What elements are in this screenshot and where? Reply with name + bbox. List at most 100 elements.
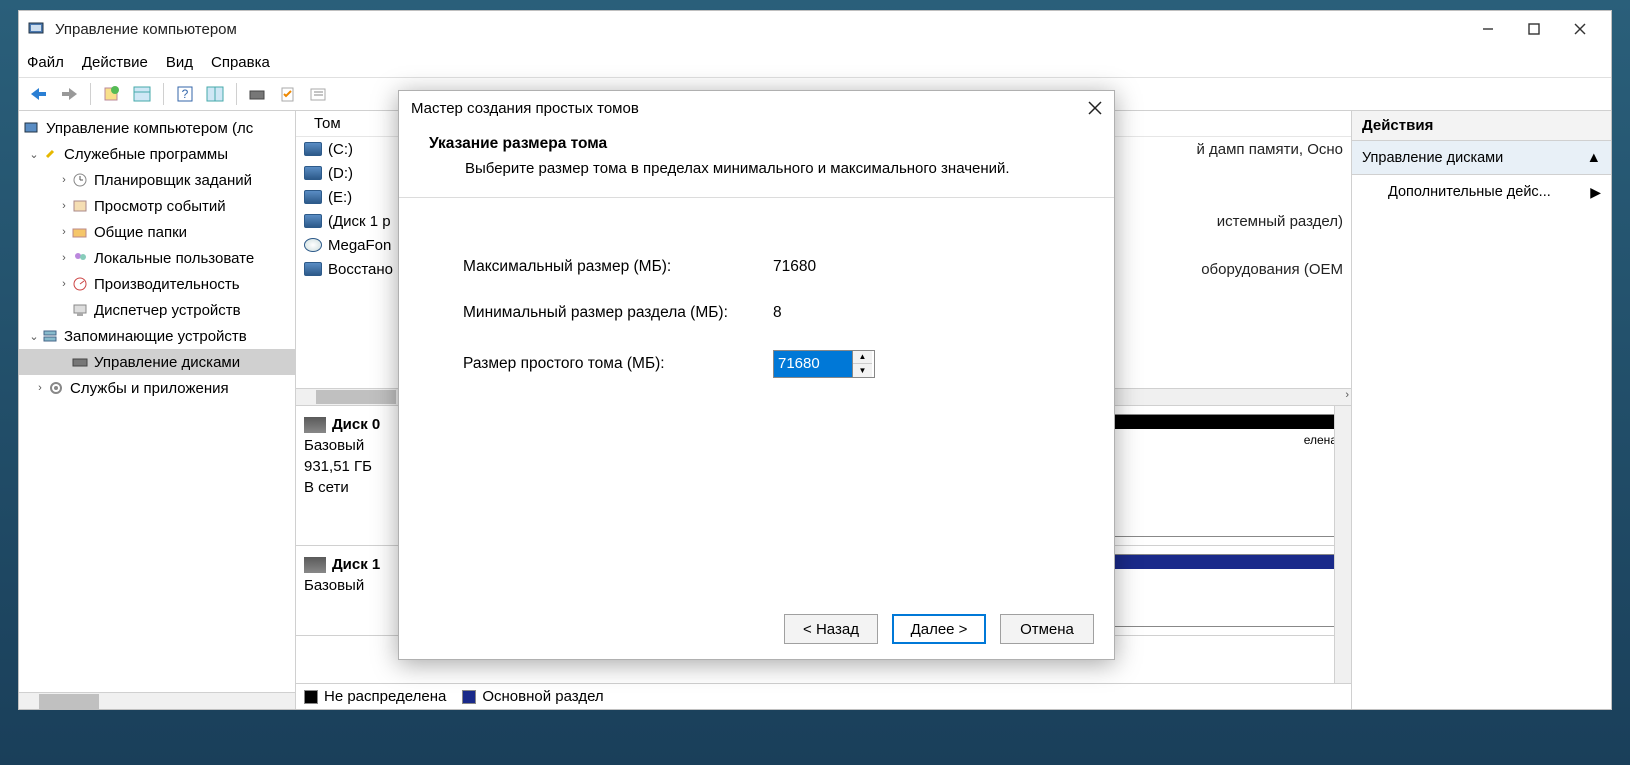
window-title: Управление компьютером (55, 21, 1465, 38)
chevron-up-icon: ▲ (1587, 150, 1601, 166)
volume-size-input[interactable] (774, 351, 852, 377)
legend-unalloc: Не распределена (304, 688, 446, 705)
tree-tools-label: Служебные программы (64, 146, 228, 163)
toolbar-icon-1[interactable] (100, 82, 124, 106)
wizard-heading: Указание размера тома (429, 135, 1084, 153)
toolbar-icon-7[interactable] (306, 82, 330, 106)
menu-help[interactable]: Справка (211, 54, 270, 71)
tree-perf[interactable]: › Производительность (19, 271, 295, 297)
disk-label: Диск 0 (332, 416, 380, 433)
menu-file[interactable]: Файл (27, 54, 64, 71)
tree-tools[interactable]: ⌄ Служебные программы (19, 141, 295, 167)
chevron-right-icon: ▶ (1590, 184, 1601, 201)
drive-icon (304, 190, 322, 204)
cancel-button[interactable]: Отмена (1000, 614, 1094, 644)
clock-icon (71, 171, 89, 189)
tree-users-label: Локальные пользовате (94, 250, 254, 267)
col-tom[interactable]: Том (304, 115, 351, 132)
close-button[interactable] (1557, 14, 1603, 44)
min-size-value: 8 (773, 304, 782, 322)
drive-icon (304, 142, 322, 156)
next-button[interactable]: Далее > (892, 614, 986, 644)
device-icon (71, 301, 89, 319)
expand-icon[interactable]: › (57, 174, 71, 186)
volume-name: MegaFon (328, 237, 391, 254)
wizard-subheading: Выберите размер тома в пределах минималь… (465, 159, 1084, 179)
expand-icon[interactable]: › (57, 200, 71, 212)
diskmgmt-icon (71, 353, 89, 371)
collapse-icon[interactable]: ⌄ (27, 330, 41, 343)
max-size-label: Максимальный размер (МБ): (463, 258, 773, 276)
tree-storage-label: Запоминающие устройств (64, 328, 247, 345)
expand-icon[interactable]: › (57, 278, 71, 290)
legend: Не распределена Основной раздел (296, 683, 1351, 709)
drive-icon (304, 214, 322, 228)
tree-root-label: Управление компьютером (лс (46, 120, 253, 137)
cd-icon (304, 238, 322, 252)
tree-devmgr[interactable]: Диспетчер устройств (19, 297, 295, 323)
actions-more[interactable]: Дополнительные дейс... ▶ (1352, 175, 1611, 209)
menu-action[interactable]: Действие (82, 54, 148, 71)
actions-main[interactable]: Управление дисками ▲ (1352, 141, 1611, 175)
wizard-titlebar: Мастер создания простых томов (399, 91, 1114, 125)
titlebar: Управление компьютером (19, 11, 1611, 47)
minimize-button[interactable] (1465, 14, 1511, 44)
volume-size-label: Размер простого тома (МБ): (463, 355, 773, 373)
window-controls (1465, 14, 1603, 44)
actions-header: Действия (1352, 111, 1611, 141)
actions-more-label: Дополнительные дейс... (1388, 184, 1551, 200)
toolbar-icon-2[interactable] (130, 82, 154, 106)
wizard-title: Мастер создания простых томов (411, 100, 639, 117)
min-size-label: Минимальный размер раздела (МБ): (463, 304, 773, 322)
wizard-body: Максимальный размер (МБ): 71680 Минималь… (399, 198, 1114, 600)
tree-scheduler[interactable]: › Планировщик заданий (19, 167, 295, 193)
disk-label: Диск 1 (332, 556, 380, 573)
volume-extra: оборудования (OEM (1201, 261, 1351, 278)
simple-volume-wizard: Мастер создания простых томов Указание р… (398, 90, 1115, 660)
volume-name: (D:) (328, 165, 353, 182)
tree-services-label: Службы и приложения (70, 380, 229, 397)
volume-size-field: Размер простого тома (МБ): ▲ ▼ (463, 350, 1050, 378)
disk-vscroll[interactable] (1334, 406, 1351, 683)
tree-diskmgmt-label: Управление дисками (94, 354, 240, 371)
back-button[interactable]: < Назад (784, 614, 878, 644)
toolbar-icon-5[interactable] (246, 82, 270, 106)
volume-extra: й дамп памяти, Осно (1196, 141, 1351, 158)
tree-hscroll[interactable] (19, 692, 295, 709)
wizard-close-button[interactable] (1088, 101, 1102, 115)
menu-view[interactable]: Вид (166, 54, 193, 71)
expand-icon[interactable]: › (57, 226, 71, 238)
toolbar-icon-4[interactable] (203, 82, 227, 106)
drive-icon (304, 166, 322, 180)
volume-name: (Диск 1 р (328, 213, 391, 230)
tree-users[interactable]: › Локальные пользовате (19, 245, 295, 271)
help-icon[interactable]: ? (173, 82, 197, 106)
volume-size-spinner[interactable]: ▲ ▼ (773, 350, 875, 378)
disk-icon (304, 557, 326, 573)
tree-perf-label: Производительность (94, 276, 240, 293)
min-size-field: Минимальный размер раздела (МБ): 8 (463, 304, 1050, 322)
tree-pane: Управление компьютером (лс ⌄ Служебные п… (19, 111, 296, 709)
tree-shared[interactable]: › Общие папки (19, 219, 295, 245)
collapse-icon[interactable]: ⌄ (27, 148, 41, 161)
svg-text:?: ? (182, 87, 189, 101)
gauge-icon (71, 275, 89, 293)
tree-services[interactable]: › Службы и приложения (19, 375, 295, 401)
toolbar-icon-6[interactable] (276, 82, 300, 106)
actions-pane: Действия Управление дисками ▲ Дополнител… (1352, 111, 1611, 709)
expand-icon[interactable]: › (33, 382, 47, 394)
tree-events[interactable]: › Просмотр событий (19, 193, 295, 219)
forward-button[interactable] (57, 82, 81, 106)
users-icon (71, 249, 89, 267)
wizard-header: Указание размера тома Выберите размер то… (399, 125, 1114, 198)
maximize-button[interactable] (1511, 14, 1557, 44)
max-size-field: Максимальный размер (МБ): 71680 (463, 258, 1050, 276)
tree-root[interactable]: Управление компьютером (лс (19, 115, 295, 141)
nav-tree[interactable]: Управление компьютером (лс ⌄ Служебные п… (19, 111, 295, 692)
back-button[interactable] (27, 82, 51, 106)
spinner-up-button[interactable]: ▲ (853, 351, 872, 365)
spinner-down-button[interactable]: ▼ (853, 364, 872, 377)
tree-storage[interactable]: ⌄ Запоминающие устройств (19, 323, 295, 349)
expand-icon[interactable]: › (57, 252, 71, 264)
tree-diskmgmt[interactable]: Управление дисками (19, 349, 295, 375)
